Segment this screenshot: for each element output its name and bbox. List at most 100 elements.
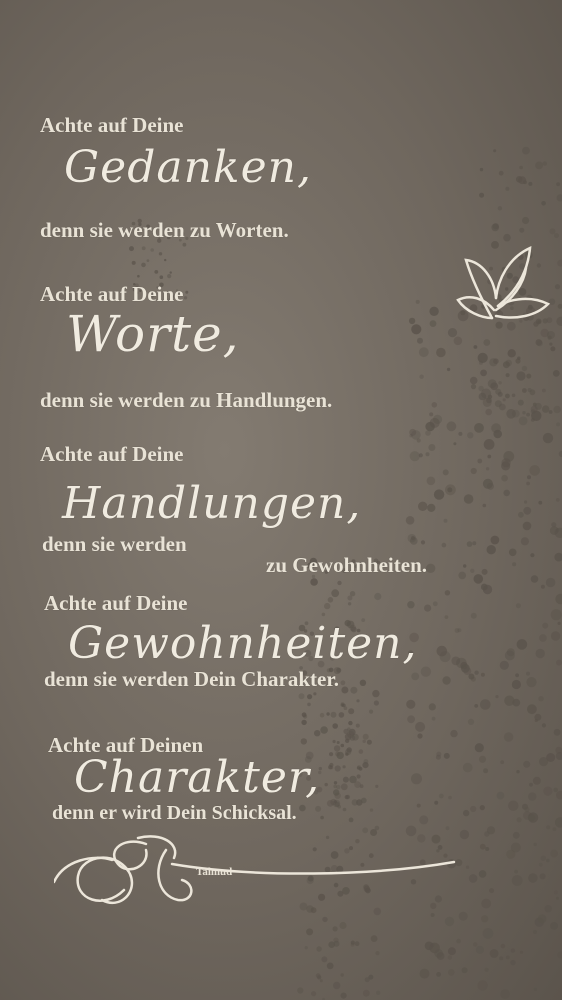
pattern-dot	[447, 947, 456, 956]
pattern-dot	[477, 458, 483, 464]
butterfly-icon	[456, 245, 551, 320]
pattern-dot	[424, 604, 432, 612]
pattern-dot	[502, 361, 510, 369]
pattern-dot	[430, 943, 435, 947]
pattern-dot	[473, 345, 478, 349]
pattern-dot	[542, 161, 547, 166]
pattern-dot	[299, 804, 306, 812]
pattern-dot	[300, 738, 307, 745]
pattern-dot	[340, 992, 347, 999]
pattern-dot	[552, 370, 560, 377]
pattern-dot	[492, 223, 499, 230]
pattern-dot	[550, 609, 562, 621]
pattern-dot	[319, 712, 325, 718]
pattern-dot	[463, 494, 474, 504]
pattern-dot	[417, 337, 423, 344]
pattern-dot	[539, 873, 546, 880]
pattern-dot	[484, 967, 489, 972]
pattern-dot	[349, 591, 356, 597]
stanza-1-word: Gedanken,	[64, 142, 312, 193]
pattern-dot	[364, 977, 370, 983]
pattern-dot	[556, 182, 560, 187]
pattern-dot	[441, 542, 447, 548]
pattern-dot	[474, 704, 479, 708]
pattern-dot	[503, 732, 514, 742]
pattern-dot	[429, 942, 440, 954]
pattern-dot	[343, 728, 349, 735]
pattern-dot	[478, 385, 484, 392]
pattern-dot	[431, 716, 436, 721]
wall-background: Achte auf Deine Gedanken, denn sie werde…	[0, 0, 562, 1000]
pattern-dot	[554, 817, 562, 828]
pattern-dot	[369, 808, 374, 812]
pattern-dot	[508, 800, 519, 811]
pattern-dot	[500, 760, 505, 765]
pattern-dot	[528, 792, 537, 801]
pattern-dot	[516, 371, 526, 381]
pattern-dot	[409, 428, 417, 436]
pattern-dot	[477, 980, 488, 991]
pattern-dot	[314, 730, 321, 737]
pattern-dot	[500, 989, 510, 999]
pattern-dot	[375, 951, 380, 956]
pattern-dot	[553, 405, 561, 414]
pattern-dot	[490, 535, 500, 545]
pattern-dot	[340, 743, 345, 748]
pattern-dot	[515, 358, 521, 364]
pattern-dot	[479, 805, 485, 811]
pattern-dot	[478, 870, 487, 878]
pattern-dot	[526, 481, 530, 486]
pattern-dot	[425, 452, 430, 457]
pattern-dot	[528, 873, 538, 883]
pattern-dot	[465, 865, 470, 869]
pattern-dot	[146, 259, 150, 262]
pattern-dot	[429, 412, 434, 417]
pattern-dot	[375, 784, 379, 789]
pattern-dot	[362, 739, 366, 743]
pattern-dot	[518, 511, 524, 518]
pattern-dot	[426, 563, 436, 573]
pattern-dot	[333, 937, 339, 943]
pattern-dot	[483, 439, 495, 450]
pattern-dot	[362, 989, 370, 997]
pattern-dot	[472, 541, 477, 546]
pattern-dot	[554, 284, 561, 290]
pattern-dot	[547, 335, 552, 340]
pattern-dot	[522, 146, 530, 155]
pattern-dot	[473, 574, 484, 584]
pattern-dot	[499, 956, 504, 961]
pattern-dot	[546, 858, 550, 863]
pattern-dot	[511, 393, 516, 398]
pattern-dot	[444, 590, 451, 596]
stanza-4-result: denn sie werden Dein Charakter.	[44, 667, 339, 691]
pattern-dot	[419, 374, 424, 379]
pattern-dot	[357, 765, 362, 770]
pattern-dot	[443, 752, 450, 759]
pattern-dot	[321, 956, 328, 963]
pattern-dot	[418, 501, 428, 511]
pattern-dot	[485, 847, 490, 851]
pattern-dot	[481, 568, 488, 575]
pattern-dot	[448, 795, 452, 800]
pattern-dot	[418, 347, 429, 358]
pattern-dot	[324, 782, 328, 787]
pattern-dot	[555, 896, 559, 900]
pattern-dot	[416, 803, 421, 808]
pattern-dot	[341, 686, 349, 694]
pattern-dot	[521, 365, 528, 372]
pattern-dot	[512, 831, 520, 839]
pattern-dot	[359, 784, 364, 789]
pattern-dot	[426, 476, 436, 486]
pattern-dot	[409, 451, 420, 462]
pattern-dot	[372, 689, 380, 698]
pattern-dot	[501, 474, 508, 482]
pattern-dot	[362, 733, 369, 740]
pattern-dot	[469, 376, 478, 385]
pattern-dot	[307, 694, 313, 700]
pattern-dot	[417, 733, 423, 739]
stanza-5-result: denn er wird Dein Schicksal.	[52, 802, 297, 824]
pattern-dot	[516, 639, 528, 650]
pattern-dot	[347, 602, 352, 606]
pattern-dot	[411, 773, 422, 785]
pattern-dot	[480, 699, 491, 710]
